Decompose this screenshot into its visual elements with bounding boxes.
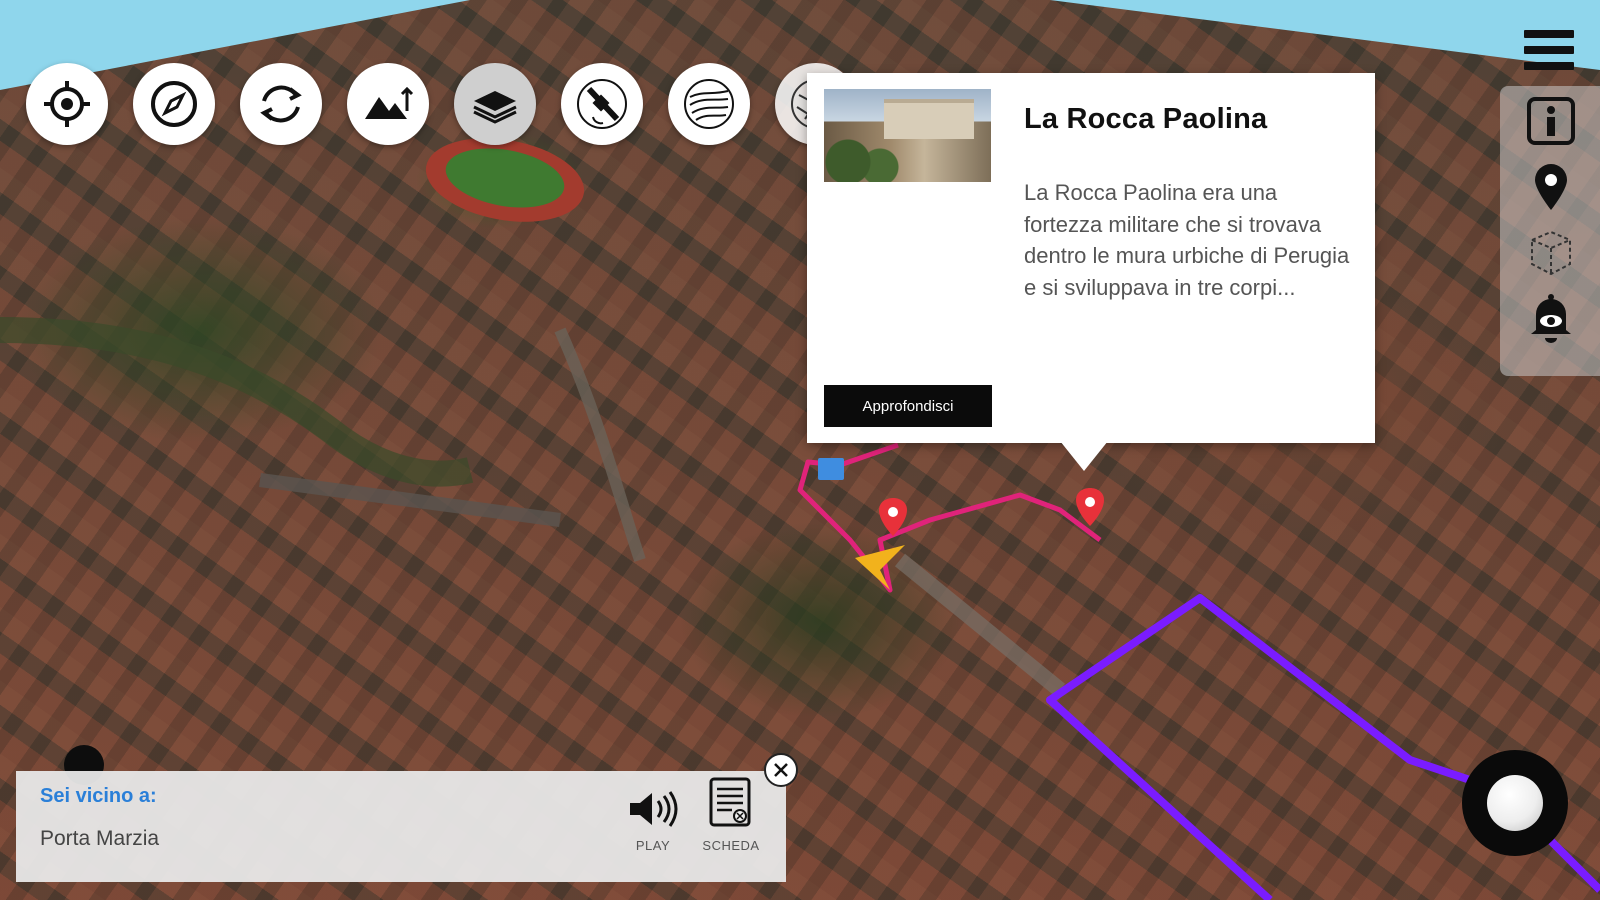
rotate-icon (260, 85, 302, 123)
alert-view-button[interactable] (1524, 290, 1578, 344)
map-pin-marker[interactable] (1076, 488, 1104, 526)
compass-icon (151, 81, 197, 127)
contour-icon (684, 79, 734, 129)
terrain-button[interactable] (347, 63, 429, 145)
speaker-icon (630, 791, 678, 827)
eye-bell-icon (1531, 294, 1571, 343)
locate-button[interactable] (26, 63, 108, 145)
document-icon (709, 777, 751, 827)
joystick-knob[interactable] (1487, 775, 1543, 831)
layers-icon (473, 91, 517, 124)
layers-button[interactable] (454, 63, 536, 145)
nearby-place-name[interactable]: Porta Marzia (40, 827, 159, 851)
info-icon (1527, 97, 1575, 145)
play-label: PLAY (635, 838, 671, 853)
sheet-label: SCHEDA (702, 838, 760, 853)
poi-title: La Rocca Paolina (1024, 103, 1268, 135)
menu-icon (1524, 30, 1574, 38)
blue-marker (818, 458, 844, 480)
3d-cube-icon (1531, 230, 1571, 276)
3d-view-button[interactable] (1524, 226, 1578, 280)
info-sheet-button[interactable]: SCHEDA (696, 777, 766, 853)
poi-thumbnail-image[interactable] (824, 89, 991, 182)
rotate-button[interactable] (240, 63, 322, 145)
map-pin-icon (1535, 164, 1567, 210)
compass-button[interactable] (133, 63, 215, 145)
poi-button[interactable] (1524, 160, 1578, 214)
play-audio-button[interactable]: PLAY (618, 789, 688, 853)
close-icon (774, 763, 788, 777)
menu-button[interactable] (1524, 30, 1574, 76)
more-info-button[interactable]: Approfondisci (824, 385, 992, 427)
poi-info-popup: La Rocca Paolina La Rocca Paolina era un… (807, 73, 1375, 471)
crosshair-icon (44, 81, 90, 127)
mountains-icon (365, 86, 414, 119)
close-nearby-button[interactable] (764, 753, 798, 787)
satellite-icon (577, 79, 627, 129)
info-button[interactable] (1524, 94, 1578, 148)
nearby-panel: Sei vicino a: Porta Marzia PLAY SCHEDA (16, 771, 786, 882)
poi-description: La Rocca Paolina era una fortezza milita… (1024, 180, 1350, 300)
topographic-button[interactable] (668, 63, 750, 145)
navigation-joystick[interactable] (1462, 750, 1568, 856)
satellite-button[interactable] (561, 63, 643, 145)
nearby-heading: Sei vicino a: (40, 785, 157, 807)
route-pink (797, 442, 1102, 593)
